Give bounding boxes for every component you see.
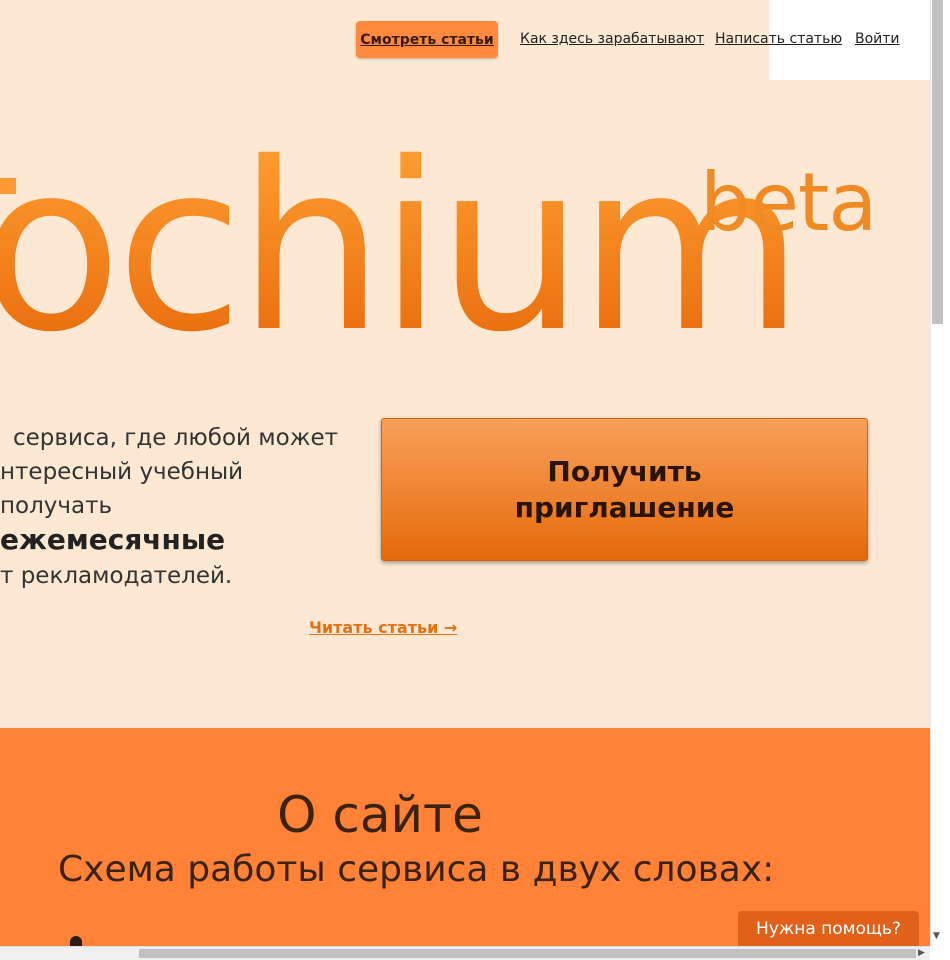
get-invite-button[interactable]: Получить приглашение — [381, 418, 868, 561]
about-subtitle: Схема работы сервиса в двух словах: — [58, 849, 775, 890]
intro-line-4: т рекламодателей. — [0, 563, 233, 589]
nav-write-article-link[interactable]: Написать статью — [715, 30, 842, 48]
scroll-down-arrow-icon[interactable]: ▼ — [933, 930, 940, 942]
about-title: О сайте — [277, 786, 483, 844]
scrollbar-corner — [930, 946, 950, 960]
vertical-scrollbar-thumb[interactable] — [932, 0, 943, 324]
scroll-right-arrow-icon[interactable]: ▶ — [918, 946, 925, 960]
nav-how-to-earn-link[interactable]: Как здесь зарабатывают — [520, 30, 704, 48]
intro-line-2: нтересный учебный — [0, 459, 244, 485]
intro-text: сервиса, где любой может нтересный учебн… — [0, 421, 338, 593]
site-logo: ochium — [0, 132, 804, 364]
intro-line-1: сервиса, где любой может — [13, 425, 338, 451]
intro-line-3-prefix: получать — [0, 493, 113, 519]
nav-login-link[interactable]: Войти — [855, 30, 900, 48]
nav-view-articles-button[interactable]: Смотреть статьи — [356, 21, 498, 58]
read-articles-link[interactable]: Читать статьи → — [309, 618, 457, 637]
beta-label: beta — [700, 156, 877, 249]
intro-highlight: ежемесячные — [0, 523, 226, 556]
intro-line-3: получать ежемесячные — [0, 489, 338, 559]
page: Смотреть статьи Как здесь зарабатывают Н… — [0, 0, 930, 946]
scheme-figure-top — [70, 936, 82, 946]
get-invite-button-label: Получить приглашение — [514, 454, 735, 524]
horizontal-scrollbar-thumb[interactable] — [139, 949, 916, 958]
help-button[interactable]: Нужна помощь? — [738, 911, 919, 946]
